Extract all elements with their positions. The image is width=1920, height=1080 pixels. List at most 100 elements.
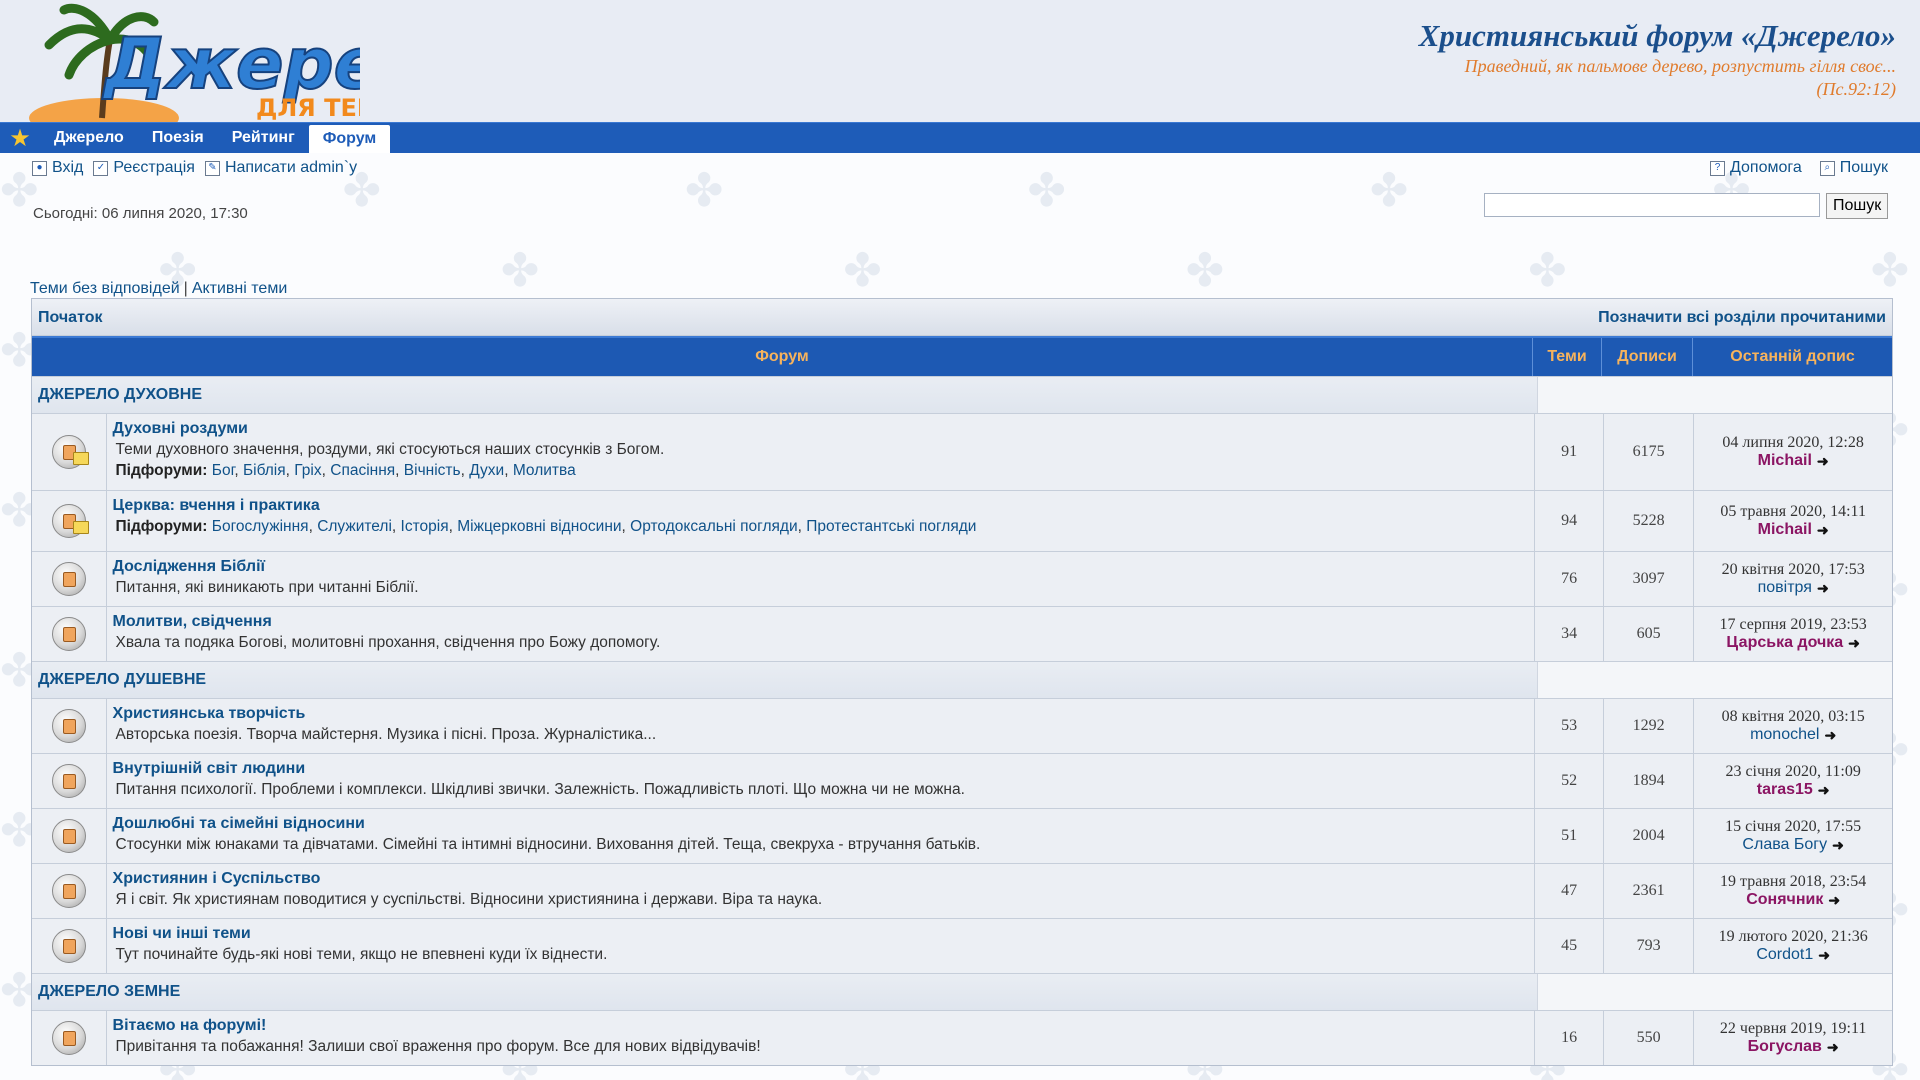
forum-topics-count: 52 [1534, 754, 1603, 808]
category-name[interactable]: ДЖЕРЕЛО ДУХОВНЕ [32, 377, 1537, 413]
help-icon: ? [1710, 160, 1725, 176]
forum-title-link[interactable]: Церква: вчення і практика [113, 497, 1529, 515]
category-name[interactable]: ДЖЕРЕЛО ДУШЕВНЕ [32, 662, 1537, 698]
last-post-author[interactable]: Сонячник ➜ [1746, 891, 1840, 909]
note-icon: ✎ [204, 160, 220, 176]
go-to-last-post-icon[interactable]: ➜ [1827, 1039, 1839, 1056]
active-topics-link[interactable]: Активні теми [192, 280, 287, 297]
forum-posts-count: 793 [1602, 919, 1693, 973]
forum-title-link[interactable]: Нові чи інші теми [113, 925, 1529, 943]
subforum-link[interactable]: Біблія [243, 462, 286, 479]
go-to-last-post-icon[interactable]: ➜ [1817, 453, 1829, 470]
forum-description: Хвала та подяка Богові, молитовні прохан… [115, 634, 661, 651]
forum-info-cell: Внутрішній світ людини Питання психології… [105, 754, 1535, 808]
subforum-link[interactable]: Молитва [513, 462, 576, 479]
forum-title-link[interactable]: Вітаємо на форумі! [113, 1017, 1529, 1035]
nav-item-dzherelo[interactable]: Джерело [40, 123, 138, 153]
last-post-author-name: monochel [1750, 726, 1820, 743]
go-to-last-post-icon[interactable]: ➜ [1848, 635, 1860, 652]
last-post-author[interactable]: Cordot1 ➜ [1756, 946, 1830, 964]
last-post-author[interactable]: повітря ➜ [1758, 579, 1829, 597]
nav-item-poetry[interactable]: Поезія [138, 123, 218, 153]
go-to-last-post-icon[interactable]: ➜ [1818, 947, 1830, 964]
forum-last-post-cell: 05 травня 2020, 14:11 Michail ➜ [1693, 491, 1892, 551]
forum-last-post-cell: 22 червня 2019, 19:11 Богуслав ➜ [1693, 1011, 1892, 1065]
login-link[interactable]: ● Вхід [32, 159, 83, 177]
subforum-link[interactable]: Гріх [294, 462, 321, 479]
forum-title-link[interactable]: Християнська творчість [113, 705, 1529, 723]
nav-item-forum[interactable]: Форум [308, 125, 391, 153]
forum-status-cell [32, 754, 106, 808]
last-post-date: 19 лютого 2020, 21:36 [1718, 928, 1868, 945]
quick-links-separator: | [183, 280, 188, 297]
subforum-link[interactable]: Ортодоксальні погляди [630, 518, 797, 535]
forum-title-link[interactable]: Внутрішній світ людини [113, 760, 1529, 778]
forum-topics-count: 94 [1534, 491, 1603, 551]
help-link[interactable]: ? Допомога [1710, 159, 1802, 177]
go-to-last-post-icon[interactable]: ➜ [1824, 727, 1836, 744]
forum-row: Молитви, свідчення Хвала та подяка Богові… [32, 606, 1892, 661]
forum-row: Вітаємо на форумі! Привітання та побажанн… [32, 1010, 1892, 1065]
subforum-link[interactable]: Спасіння [330, 462, 395, 479]
go-to-last-post-icon[interactable]: ➜ [1817, 522, 1829, 539]
go-to-last-post-icon[interactable]: ➜ [1828, 892, 1840, 909]
subforum-link[interactable]: Служителі [317, 518, 392, 535]
site-logo[interactable]: Джерело ДЛЯ ТЕБЕ [24, 0, 481, 138]
mark-all-read-link[interactable]: Позначити всі розділи прочитаними [1598, 309, 1886, 327]
write-admin-link[interactable]: ✎ Написати admin`у [204, 159, 357, 177]
forum-title-link[interactable]: Молитви, свідчення [113, 613, 1529, 631]
forum-posts-count: 1292 [1602, 699, 1693, 753]
search-link[interactable]: ⌕ Пошук [1819, 159, 1888, 177]
category-row: ДЖЕРЕЛО ДУШЕВНЕ [32, 661, 1892, 698]
subforum-link[interactable]: Історія [401, 518, 449, 535]
search-row: Сьогодні: 06 липня 2020, 17:30 Пошук [0, 183, 1920, 245]
main-nav: ★ Джерело Поезія Рейтинг Форум [0, 122, 1920, 153]
unanswered-topics-link[interactable]: Теми без відповідей [30, 280, 180, 297]
subforum-link[interactable]: Бог [212, 462, 235, 479]
forum-description: Питання психології. Проблеми і комплекси… [115, 781, 965, 798]
last-post-author[interactable]: monochel ➜ [1750, 726, 1836, 744]
last-post-author-name: Богуслав [1747, 1038, 1822, 1055]
category-filler [1537, 974, 1892, 1010]
svg-text:ДЛЯ ТЕБЕ: ДЛЯ ТЕБЕ [256, 94, 360, 122]
last-post-date: 15 січня 2020, 17:55 [1725, 818, 1862, 835]
category-row: ДЖЕРЕЛО ДУХОВНЕ [32, 376, 1892, 413]
register-link[interactable]: ✓ Реєстрація [93, 159, 195, 177]
forum-posts-count: 2004 [1602, 809, 1693, 863]
site-title-block: Християнський форум «Джерело» Праведний,… [1419, 18, 1896, 100]
subforums-list: Підфоруми: Богослужіння, Служителі, Істо… [115, 518, 977, 535]
last-post-author[interactable]: Слава Богу ➜ [1742, 836, 1843, 854]
forum-read-icon [51, 617, 86, 651]
forum-last-post-cell: 23 січня 2020, 11:09 taras15 ➜ [1693, 754, 1892, 808]
category-name[interactable]: ДЖЕРЕЛО ЗЕМНЕ [32, 974, 1537, 1010]
search-button[interactable]: Пошук [1826, 193, 1888, 219]
subforum-link[interactable]: Вічність [404, 462, 461, 479]
nav-item-rating[interactable]: Рейтинг [218, 123, 309, 153]
forum-title-link[interactable]: Дошлюбні та сімейні відносини [113, 815, 1529, 833]
go-to-last-post-icon[interactable]: ➜ [1832, 837, 1844, 854]
last-post-date: 22 червня 2019, 19:11 [1719, 1020, 1867, 1037]
forum-title-link[interactable]: Духовні роздуми [113, 420, 1529, 438]
search-input[interactable] [1484, 193, 1820, 217]
site-verse: (Пс.92:12) [1816, 79, 1896, 99]
last-post-author[interactable]: taras15 ➜ [1757, 781, 1830, 799]
forum-title-link[interactable]: Дослідження Біблії [113, 558, 1529, 576]
last-post-author[interactable]: Michail ➜ [1758, 452, 1829, 470]
breadcrumb-home[interactable]: Початок [38, 309, 102, 327]
subforum-link[interactable]: Протестантські погляди [806, 518, 976, 535]
last-post-author[interactable]: Michail ➜ [1758, 521, 1829, 539]
go-to-last-post-icon[interactable]: ➜ [1818, 782, 1830, 799]
go-to-last-post-icon[interactable]: ➜ [1817, 580, 1829, 597]
forum-title-link[interactable]: Християнин і Суспільство [113, 870, 1529, 888]
forum-status-cell [32, 491, 106, 551]
forum-row: Церква: вчення і практика Підфоруми: Бого… [32, 490, 1892, 551]
last-post-author[interactable]: Царська дочка ➜ [1726, 634, 1860, 652]
forum-info-cell: Дошлюбні та сімейні відносини Стосунки мі… [105, 809, 1535, 863]
forum-posts-count: 605 [1602, 607, 1693, 661]
search-label: Пошук [1839, 159, 1888, 176]
forum-topics-count: 91 [1534, 414, 1603, 490]
last-post-author[interactable]: Богуслав ➜ [1748, 1038, 1839, 1056]
subforum-link[interactable]: Міжцерковні відносини [457, 518, 621, 535]
subforum-link[interactable]: Богослужіння [212, 518, 309, 535]
subforum-link[interactable]: Духи [469, 462, 504, 479]
